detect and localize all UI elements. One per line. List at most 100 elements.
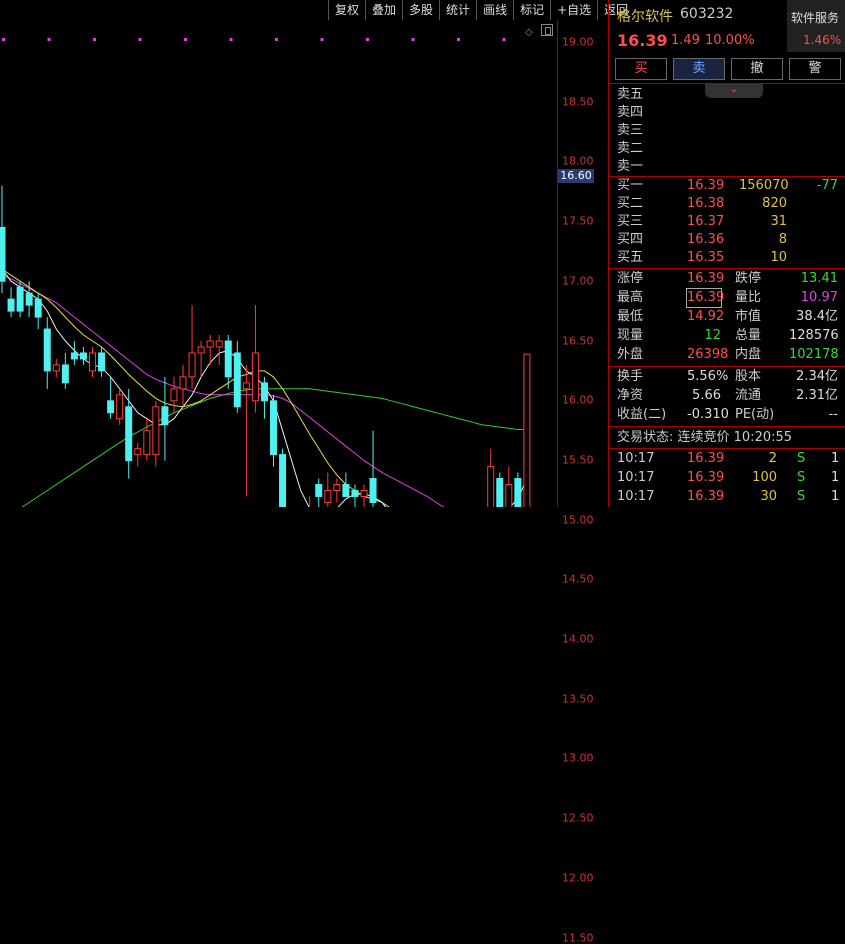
price-tick-label: 16.00 <box>562 393 594 407</box>
stat-value: 14.92 <box>687 309 725 324</box>
sector-box[interactable]: 软件服务 1.46% <box>787 0 845 52</box>
candle-body <box>197 346 205 354</box>
bid-price: 16.35 <box>687 250 725 265</box>
candle-body <box>43 328 51 372</box>
candle-body <box>170 388 178 402</box>
stat-row: 最高 16.39 量比 10.97 <box>609 288 845 308</box>
candle-body <box>25 292 33 306</box>
divider <box>609 448 845 449</box>
alert-button[interactable]: 警 <box>789 58 841 80</box>
window-toggle-icon[interactable] <box>541 24 553 36</box>
candle-body <box>324 490 332 503</box>
candle-body <box>116 394 124 420</box>
stat-label: 量比 <box>735 290 762 305</box>
candle-body <box>152 406 160 456</box>
candle-body <box>107 400 115 414</box>
ask-label: 卖二 <box>617 141 644 156</box>
event-marker <box>138 38 142 41</box>
current-price-label: 16.60 <box>558 169 594 183</box>
buy-button[interactable]: 买 <box>615 58 667 80</box>
cancel-order-button[interactable]: 撤 <box>731 58 783 80</box>
price-tick-label: 18.50 <box>562 95 594 109</box>
candle-body <box>61 364 69 384</box>
stat-row: 净资 5.66 流通 2.31亿 <box>609 387 845 405</box>
statistics-button[interactable]: 统计 <box>439 0 476 20</box>
candle-body <box>514 478 522 507</box>
price-tick-label: 16.50 <box>562 334 594 347</box>
divider <box>609 268 845 269</box>
event-marker <box>93 38 96 41</box>
candle-body <box>70 352 78 360</box>
add-watchlist-button[interactable]: +自选 <box>550 0 597 20</box>
bid-label: 买一 <box>617 178 644 193</box>
ask-row[interactable]: 卖四 <box>609 104 845 122</box>
stat-value: 10.97 <box>800 290 838 305</box>
bid-row[interactable]: 买一 16.39 156070 -77 <box>609 177 845 195</box>
bid-row[interactable]: 买二 16.38 820 <box>609 195 845 213</box>
multi-stock-button[interactable]: 多股 <box>402 0 439 20</box>
candle-body <box>0 226 6 282</box>
tick-time: 10:17 <box>617 451 655 466</box>
bid-volume: 820 <box>762 196 787 211</box>
candle-body <box>34 298 42 318</box>
tick-price: 16.39 <box>687 470 725 485</box>
sector-change: 1.46% <box>803 33 842 47</box>
candle-body <box>279 454 287 507</box>
stat-row: 外盘 26398 内盘 102178 <box>609 346 845 364</box>
tick-side: S <box>797 470 806 485</box>
stat-label: 流通 <box>735 388 762 403</box>
bid-row[interactable]: 买三 16.37 31 <box>609 213 845 231</box>
bid-volume: 8 <box>778 232 787 247</box>
candle-body <box>98 352 106 372</box>
bid-row[interactable]: 买五 16.35 10 <box>609 249 845 267</box>
sell-button[interactable]: 卖 <box>673 58 725 80</box>
bid-row[interactable]: 买四 16.36 8 <box>609 231 845 249</box>
stat-row: 现量 12 总量 128576 <box>609 327 845 345</box>
tick-count: 1 <box>831 451 840 466</box>
stock-code: 603232 <box>680 6 734 22</box>
event-marker <box>229 38 233 41</box>
tick-price: 16.39 <box>687 451 725 466</box>
price-tick-label: 14.50 <box>562 572 594 586</box>
stat-label: PE(动) <box>735 407 775 422</box>
event-marker <box>184 38 187 41</box>
stat-label: 市值 <box>735 309 762 324</box>
tick-volume: 30 <box>760 489 777 504</box>
stat-value: 12 <box>704 328 721 343</box>
ask-row[interactable]: 卖三 <box>609 122 845 140</box>
price-tick-label: 19.00 <box>562 35 594 49</box>
stat-value: 5.66 <box>692 388 721 403</box>
tick-count: 1 <box>831 489 840 504</box>
draw-line-button[interactable]: 画线 <box>476 0 513 20</box>
candle-body <box>16 286 24 312</box>
candle-body <box>7 298 15 312</box>
ask-row[interactable]: 卖二 <box>609 140 845 158</box>
mark-button[interactable]: 标记 <box>513 0 550 20</box>
restore-rights-button[interactable]: 复权 <box>328 0 365 20</box>
stat-label: 最低 <box>617 309 644 324</box>
event-marker <box>320 38 324 41</box>
stat-row: 最低 14.92 市值 38.4亿 <box>609 308 845 326</box>
bid-price: 16.39 <box>687 178 725 193</box>
ask-label: 卖三 <box>617 123 644 138</box>
ask-row[interactable]: 卖一 <box>609 158 845 176</box>
stat-value: -0.310 <box>687 407 729 422</box>
divider <box>609 426 845 427</box>
overlay-button[interactable]: 叠加 <box>365 0 402 20</box>
stat-label: 外盘 <box>617 347 644 362</box>
candle-body <box>161 406 169 426</box>
stat-label: 净资 <box>617 388 644 403</box>
price-change-pct: 10.00% <box>705 33 755 48</box>
ask-label: 卖五 <box>617 87 644 102</box>
candle-body <box>224 340 232 378</box>
candlestick-chart[interactable] <box>0 20 557 507</box>
candle-body <box>333 484 341 491</box>
tick-price: 16.39 <box>687 489 725 504</box>
diamond-icon[interactable]: ◇ <box>525 27 533 38</box>
stat-value: -- <box>828 407 838 422</box>
stat-value: 102178 <box>789 347 839 362</box>
ask-row[interactable]: 卖五 <box>609 86 845 104</box>
event-marker <box>411 38 415 41</box>
stat-value: 16.39 <box>687 271 725 286</box>
bid-label: 买四 <box>617 232 644 247</box>
